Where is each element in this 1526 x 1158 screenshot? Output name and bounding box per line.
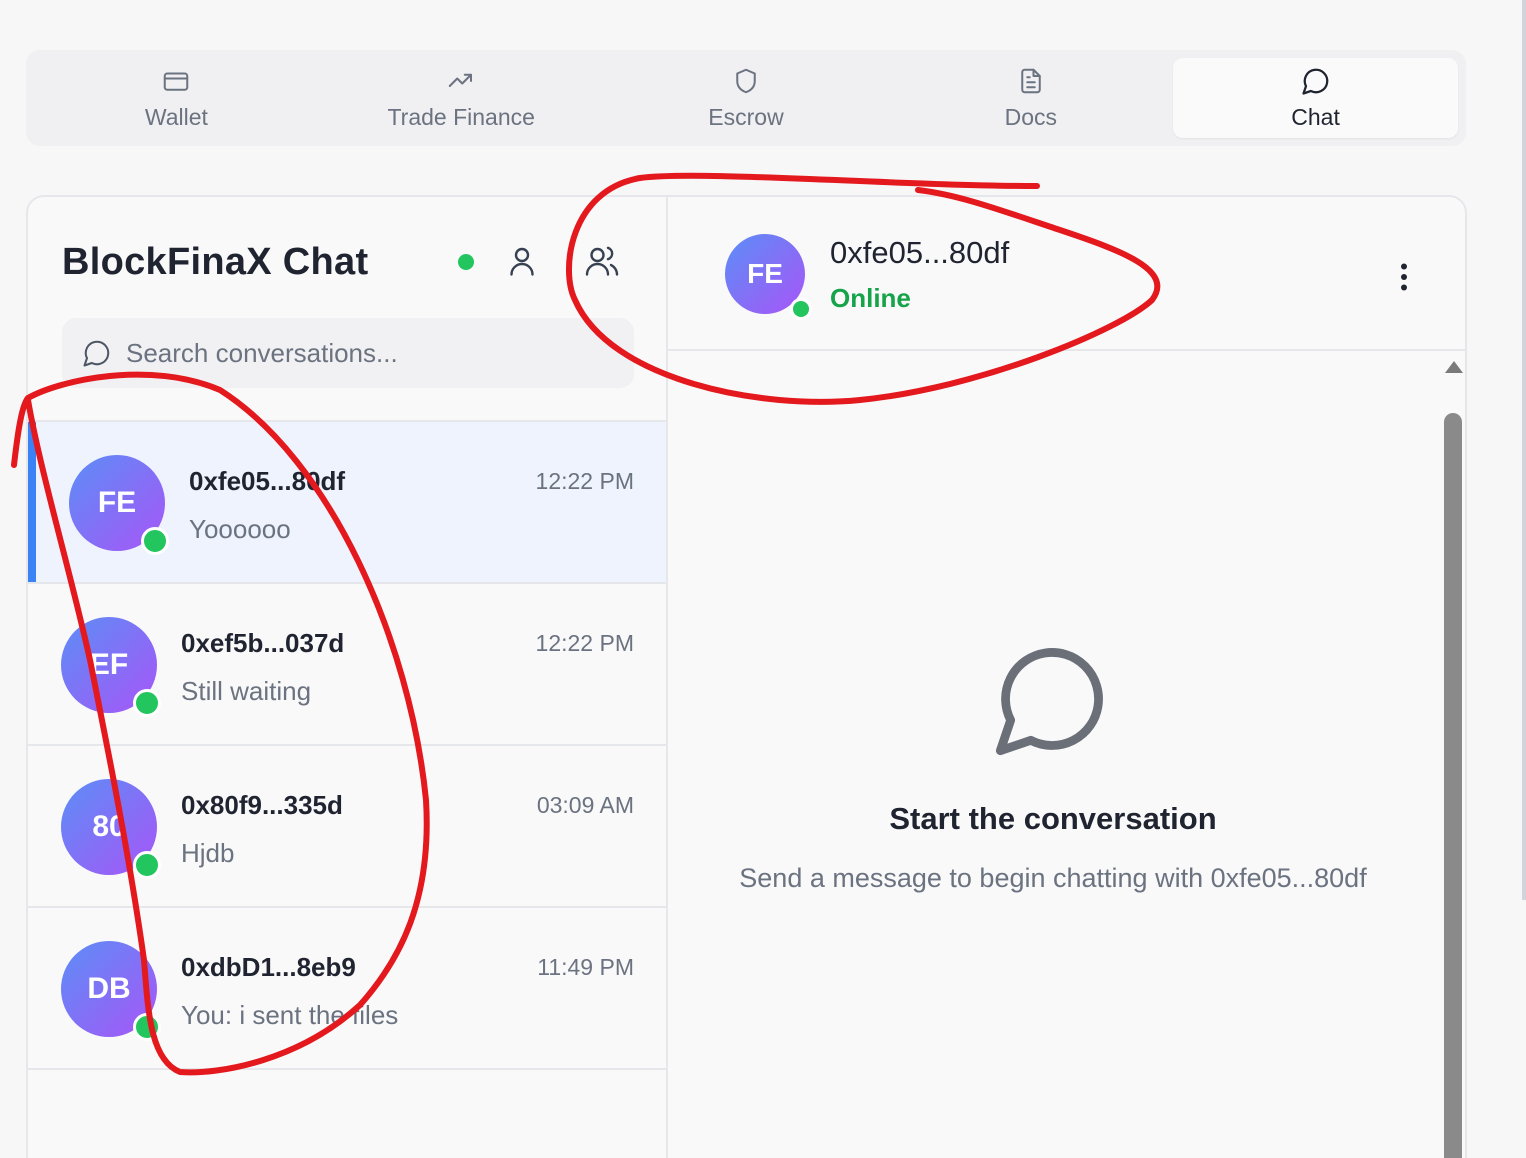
chat-contact-name: 0xfe05...80df	[830, 235, 1010, 270]
users-icon[interactable]	[584, 243, 620, 279]
shield-icon	[736, 68, 756, 93]
online-indicator	[133, 1013, 161, 1041]
search-box[interactable]	[62, 318, 634, 388]
conversation-name: 0xfe05...80df	[189, 466, 346, 496]
chat-pane: FE 0xfe05...80df Online Start the conver…	[668, 197, 1465, 1158]
conversation-preview: Yoooooo	[189, 514, 291, 544]
online-indicator	[133, 851, 161, 879]
chat-contact-status: Online	[830, 283, 911, 313]
chat-header: FE 0xfe05...80df Online	[668, 197, 1465, 351]
scroll-thumb[interactable]	[1444, 413, 1462, 1158]
tab-label: Chat	[1291, 103, 1340, 130]
empty-state-title: Start the conversation	[889, 801, 1217, 836]
app-title: BlockFinaX Chat	[62, 241, 369, 283]
conversation-preview: Hjdb	[181, 838, 235, 868]
tab-label: Wallet	[144, 103, 208, 130]
tab-trade-finance[interactable]: Trade Finance	[319, 58, 604, 138]
tab-escrow[interactable]: Escrow	[604, 58, 889, 138]
more-options-icon[interactable]	[1386, 259, 1422, 295]
conversation-item[interactable]: EF 0xef5b...037d 12:22 PM Still waiting	[28, 584, 666, 746]
document-icon	[1021, 68, 1041, 93]
scrollbar[interactable]	[1442, 357, 1464, 1158]
connection-status-dot	[458, 254, 474, 270]
trending-up-icon	[448, 73, 473, 87]
tab-label: Trade Finance	[387, 103, 535, 130]
conversation-sidebar: BlockFinaX Chat FE 0xfe05...80df 12:22 P…	[28, 197, 668, 1158]
conversation-name: 0xdbD1...8eb9	[181, 952, 356, 982]
online-indicator	[141, 527, 169, 555]
chat-bubble-icon	[83, 340, 110, 367]
conversation-name: 0x80f9...335d	[181, 790, 343, 820]
empty-state-subtitle: Send a message to begin chatting with 0x…	[739, 863, 1367, 893]
chat-bubble-icon	[1301, 68, 1328, 95]
tab-label: Docs	[1004, 103, 1057, 130]
window-edge	[1522, 0, 1526, 900]
conversation-preview: You: i sent the files	[181, 1000, 399, 1030]
main-tab-bar: Wallet Trade Finance Escrow Docs Chat	[26, 50, 1466, 146]
conversation-item[interactable]: FE 0xfe05...80df 12:22 PM Yoooooo	[28, 422, 666, 584]
conversation-time: 11:49 PM	[537, 954, 634, 980]
tab-docs[interactable]: Docs	[888, 58, 1173, 138]
tab-wallet[interactable]: Wallet	[34, 58, 319, 138]
tab-chat[interactable]: Chat	[1173, 58, 1458, 138]
conversation-item[interactable]: DB 0xdbD1...8eb9 11:49 PM You: i sent th…	[28, 908, 666, 1070]
conversation-name: 0xef5b...037d	[181, 628, 345, 658]
conversation-time: 03:09 AM	[536, 792, 634, 818]
online-indicator	[133, 689, 161, 717]
conversation-preview: Still waiting	[181, 676, 312, 706]
scroll-up-arrow[interactable]	[1445, 361, 1463, 373]
user-icon[interactable]	[504, 243, 540, 279]
chat-card: BlockFinaX Chat FE 0xfe05...80df 12:22 P…	[26, 195, 1467, 1158]
wallet-icon	[164, 72, 189, 91]
tab-label: Escrow	[708, 103, 784, 130]
conversation-list: FE 0xfe05...80df 12:22 PM Yoooooo EF 0xe…	[28, 422, 666, 1070]
conversation-item[interactable]: 80 0x80f9...335d 03:09 AM Hjdb	[28, 746, 666, 908]
sidebar-header: BlockFinaX Chat	[28, 197, 666, 422]
conversation-time: 12:22 PM	[535, 468, 634, 494]
online-indicator	[790, 298, 812, 320]
conversation-time: 12:22 PM	[535, 630, 634, 656]
search-input[interactable]	[126, 337, 606, 369]
chat-bubble-icon	[995, 648, 1103, 756]
